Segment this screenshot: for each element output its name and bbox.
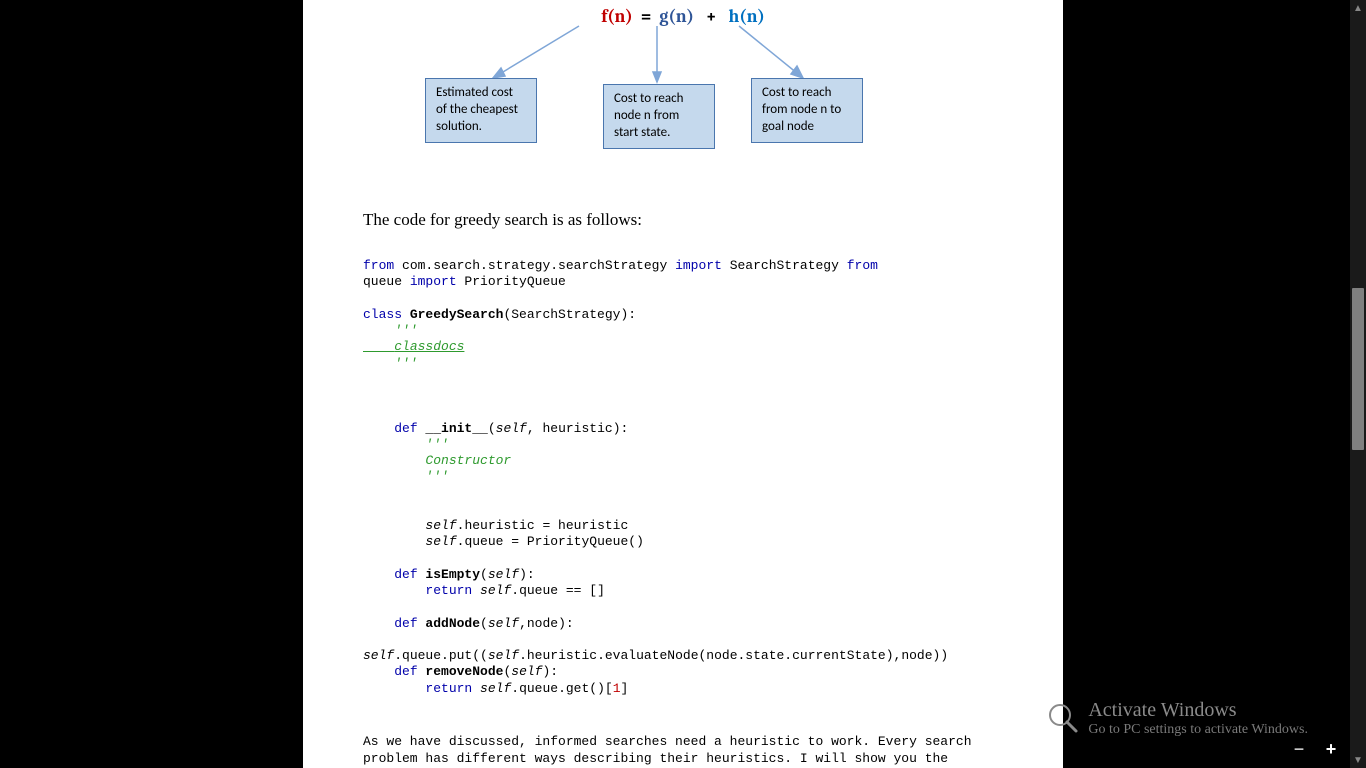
zoom-in-button[interactable]: + [1324,739,1338,760]
formula-plus: + [706,6,717,27]
vertical-scrollbar[interactable]: ▲ ▼ [1350,0,1366,768]
scroll-down-button[interactable]: ▼ [1350,752,1366,768]
formula-equals: = [641,6,652,27]
code-block: from com.search.strategy.searchStrategy … [363,258,1003,697]
zoom-controls: − + [1292,739,1338,760]
formula-gn: g(n) [659,6,694,27]
explanation-paragraph: As we have discussed, informed searches … [363,733,1003,768]
formula-diagram: f(n) = g(n) + h(n) [363,0,1003,160]
scrollbar-track[interactable] [1350,16,1366,752]
scroll-up-button[interactable]: ▲ [1350,0,1366,16]
formula-hn: h(n) [728,6,764,27]
scrollbar-thumb[interactable] [1352,288,1364,450]
gn-explanation-box: Cost to reach node n from start state. [603,84,715,149]
reader-viewport: f(n) = g(n) + h(n) [0,0,1366,768]
intro-text: The code for greedy search is as follows… [363,210,1003,230]
watermark-title: Activate Windows [1088,699,1308,722]
fn-explanation-box: Estimated cost of the cheapest solution. [425,78,537,143]
document-page: f(n) = g(n) + h(n) [303,0,1063,768]
hn-explanation-box: Cost to reach from node n to goal node [751,78,863,143]
zoom-out-button[interactable]: − [1292,739,1306,760]
activate-windows-watermark: Activate Windows Go to PC settings to ac… [1088,699,1308,738]
watermark-subtitle: Go to PC settings to activate Windows. [1088,722,1308,738]
page-content: f(n) = g(n) + h(n) [303,0,1063,768]
evaluation-formula: f(n) = g(n) + h(n) [363,6,1003,27]
formula-fn: f(n) [601,6,633,27]
